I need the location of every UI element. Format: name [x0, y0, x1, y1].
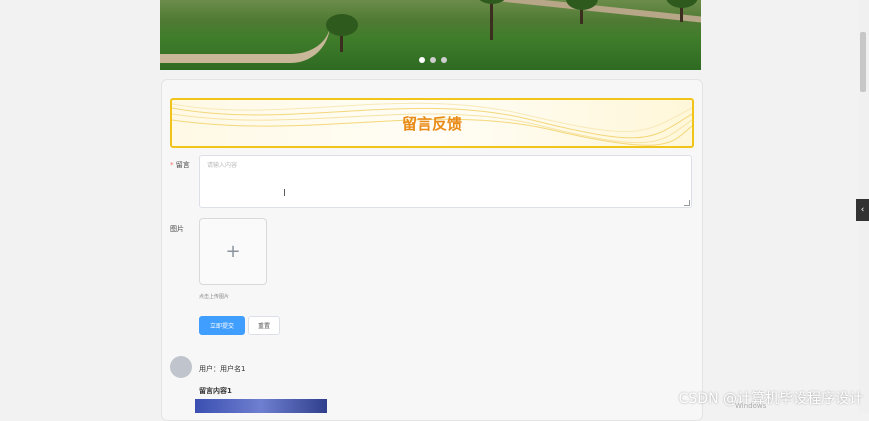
- comment-image: [195, 399, 327, 413]
- reset-button[interactable]: 重置: [248, 316, 280, 335]
- comment-user: 用户：用户名1: [199, 365, 246, 373]
- submit-button[interactable]: 立即提交: [199, 316, 245, 335]
- csdn-watermark: CSDN @计算机毕设程序设计: [678, 391, 863, 407]
- carousel-dot[interactable]: [430, 57, 436, 63]
- required-mark: *: [170, 161, 174, 169]
- comment-content: 留言内容1: [199, 387, 232, 395]
- banner-tree: [566, 0, 598, 24]
- carousel-dot[interactable]: [419, 57, 425, 63]
- carousel-dot[interactable]: [441, 57, 447, 63]
- banner-tree: [666, 0, 698, 22]
- chevron-left-icon[interactable]: ‹: [856, 199, 869, 221]
- scrollbar-thumb[interactable]: [860, 32, 866, 92]
- carousel-indicators: [419, 57, 447, 63]
- text-cursor-icon: I: [283, 188, 286, 199]
- message-textarea[interactable]: 请输入内容 I: [199, 155, 692, 208]
- banner-path: [160, 24, 330, 63]
- banner-tree: [476, 0, 508, 40]
- page: 留言反馈 * 留言 请输入内容 I 图片 + 点击上传图片 立即提交 重置 用户…: [0, 0, 869, 421]
- message-label: 留言: [175, 161, 190, 169]
- feedback-title: 留言反馈: [401, 114, 462, 133]
- banner-tree: [326, 14, 358, 52]
- image-label: 图片: [170, 225, 184, 233]
- upload-hint: 点击上传图片: [199, 294, 230, 300]
- message-label-wrap: * 留言: [170, 160, 190, 170]
- feedback-title-banner: 留言反馈: [170, 98, 694, 148]
- avatar: [170, 356, 192, 378]
- image-upload-box[interactable]: +: [199, 218, 267, 285]
- plus-icon: +: [225, 241, 241, 262]
- message-placeholder: 请输入内容: [207, 162, 238, 169]
- resize-handle[interactable]: [684, 200, 690, 206]
